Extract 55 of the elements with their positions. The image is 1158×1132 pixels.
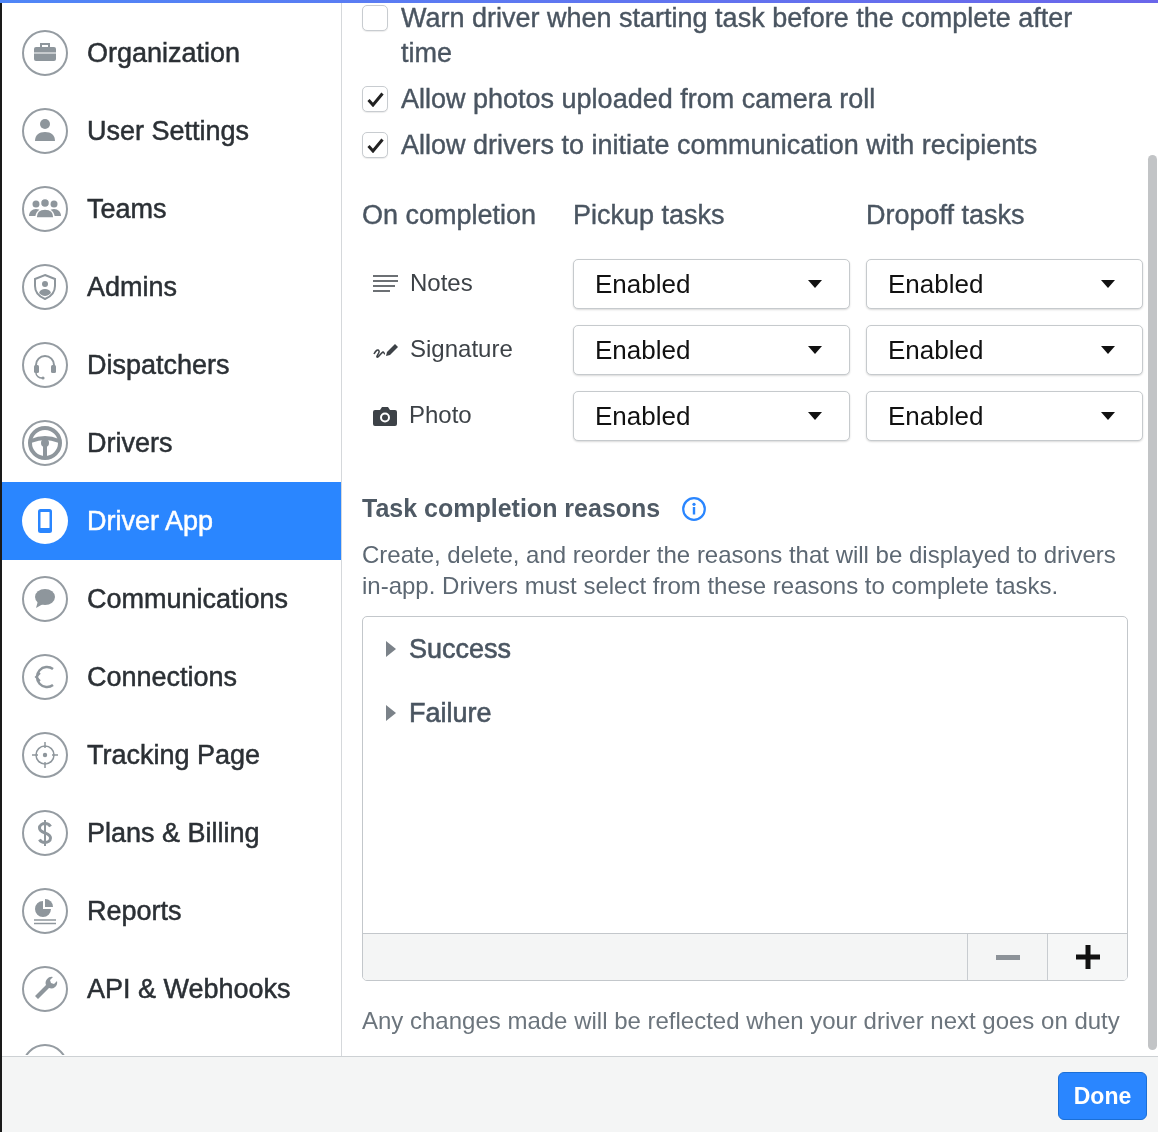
speech-bubble-icon xyxy=(22,576,68,622)
shield-icon xyxy=(22,264,68,310)
section-description: Create, delete, and reorder the reasons that will be displayed to drivers in-app. Drivers must select from these reasons to complete tasks. xyxy=(362,540,1117,601)
section-title: Task completion reasons xyxy=(362,492,661,524)
info-icon[interactable] xyxy=(682,496,707,521)
reason-group[interactable]: Success xyxy=(363,617,1127,681)
person-icon xyxy=(22,108,68,154)
check-icon xyxy=(366,137,384,153)
checkbox[interactable] xyxy=(362,5,388,31)
row-label: Notes xyxy=(410,268,473,298)
briefcase-icon xyxy=(22,30,68,76)
row-label: Signature xyxy=(410,334,513,364)
lines-icon xyxy=(373,275,398,293)
dollar-icon xyxy=(22,810,68,856)
check-icon xyxy=(366,91,384,107)
dropdown[interactable]: Enabled xyxy=(573,325,850,375)
caret-icon xyxy=(808,280,822,288)
caret-icon xyxy=(386,705,396,721)
column-header: On completion xyxy=(362,199,537,232)
option-label: Allow photos uploaded from camera roll xyxy=(401,83,876,116)
column-header: Dropoff tasks xyxy=(866,199,1025,232)
option-label: Warn driver when starting task before the complete after time xyxy=(401,2,1074,70)
pen-icon xyxy=(373,342,398,358)
dropdown[interactable]: Enabled xyxy=(866,259,1143,309)
dropdown[interactable]: Enabled xyxy=(573,259,850,309)
caret-icon xyxy=(1101,412,1115,420)
headset-icon xyxy=(22,342,68,388)
plus-icon xyxy=(1075,945,1100,969)
caret-icon xyxy=(808,346,822,354)
scrollbar-thumb[interactable] xyxy=(1148,155,1157,1050)
add-button[interactable] xyxy=(1047,934,1127,980)
option-label: Allow drivers to initiate communication with recipients xyxy=(401,129,1038,162)
dropdown[interactable]: Enabled xyxy=(866,325,1143,375)
caret-icon xyxy=(808,412,822,420)
crosshair-icon xyxy=(22,732,68,778)
caret-icon xyxy=(386,641,396,657)
checkbox[interactable] xyxy=(362,86,388,112)
dropdown[interactable]: Enabled xyxy=(866,391,1143,441)
reason-group[interactable]: Failure xyxy=(363,681,1127,745)
phone-icon xyxy=(22,498,68,544)
wrench-icon xyxy=(22,966,68,1012)
column-header: Pickup tasks xyxy=(573,199,725,232)
dropdown[interactable]: Enabled xyxy=(573,391,850,441)
caret-icon xyxy=(1101,346,1115,354)
minus-icon xyxy=(995,954,1020,960)
row-label: Photo xyxy=(409,400,472,430)
caret-icon xyxy=(1101,280,1115,288)
group-icon xyxy=(22,186,68,232)
camera-icon xyxy=(373,406,397,426)
footnote: Any changes made will be reflected when your driver next goes on duty xyxy=(362,1006,1121,1036)
steering-wheel-icon xyxy=(22,420,68,466)
sidebar-item[interactable]: Driver App xyxy=(2,482,341,560)
checkbox[interactable] xyxy=(362,132,388,158)
done-button[interactable]: Done xyxy=(1058,1072,1147,1120)
pie-chart-icon xyxy=(22,888,68,934)
